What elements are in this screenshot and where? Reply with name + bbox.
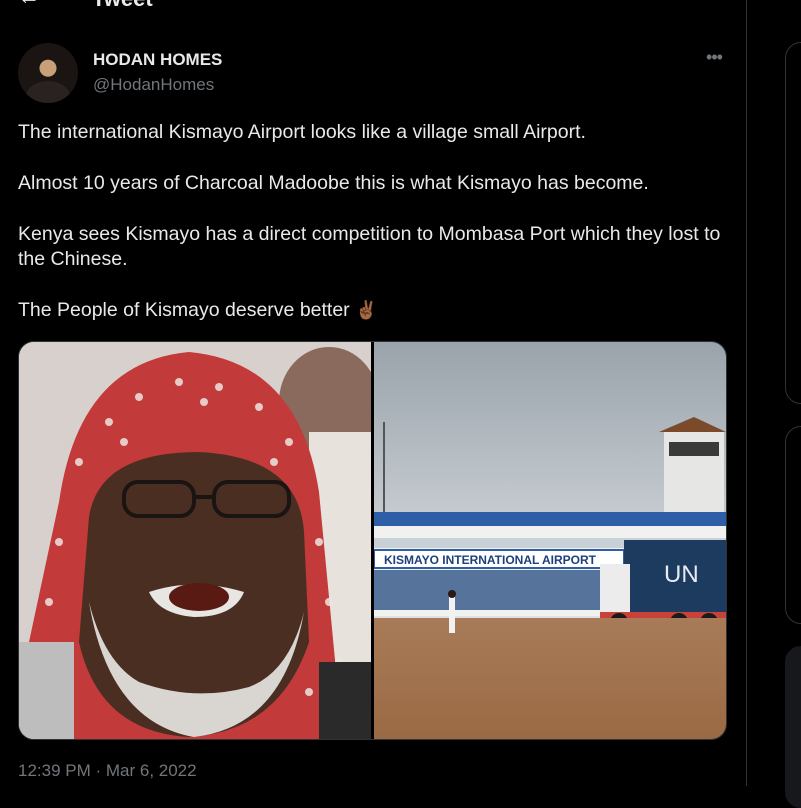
portrait-illustration [19, 342, 371, 739]
tweet-paragraph: Almost 10 years of Charcoal Madoobe this… [18, 172, 649, 194]
top-bar: ← Tweet [0, 0, 746, 12]
victory-hand-emoji: ✌🏾 [355, 300, 378, 320]
tweet-paragraph: The international Kismayo Airport looks … [18, 121, 586, 143]
container-label: UN [664, 561, 699, 588]
more-horizontal-icon: ••• [706, 47, 723, 67]
sidebar-card [785, 42, 801, 404]
right-sidebar [747, 0, 801, 808]
tweet-media[interactable]: KISMAYO INTERNATIONAL AIRPORT UN [18, 341, 727, 740]
more-options-button[interactable]: ••• [700, 48, 728, 70]
airport-sign: KISMAYO INTERNATIONAL AIRPORT [384, 553, 597, 567]
avatar-clothing [26, 81, 70, 103]
tweet-timestamp[interactable]: 12:39 PM · Mar 6, 2022 [18, 761, 197, 781]
tweet-text: The international Kismayo Airport looks … [18, 120, 730, 349]
avatar[interactable] [18, 43, 78, 103]
sidebar-card [785, 426, 801, 624]
author-handle[interactable]: @HodanHomes [93, 75, 214, 95]
airport-illustration: KISMAYO INTERNATIONAL AIRPORT UN [374, 342, 726, 739]
tweet-paragraph: Kenya sees Kismayo has a direct competit… [18, 223, 721, 270]
page-title: Tweet [92, 0, 153, 12]
tweet-paragraph-text: The People of Kismayo deserve better [18, 299, 350, 321]
author-display-name[interactable]: HODAN HOMES [93, 50, 222, 70]
airport-photo[interactable]: KISMAYO INTERNATIONAL AIRPORT UN [374, 342, 726, 739]
sidebar-card [785, 646, 801, 808]
tweet-paragraph: The People of Kismayo deserve better ✌🏾 [18, 298, 730, 323]
back-arrow-icon[interactable]: ← [18, 0, 40, 10]
portrait-photo[interactable] [19, 342, 371, 739]
